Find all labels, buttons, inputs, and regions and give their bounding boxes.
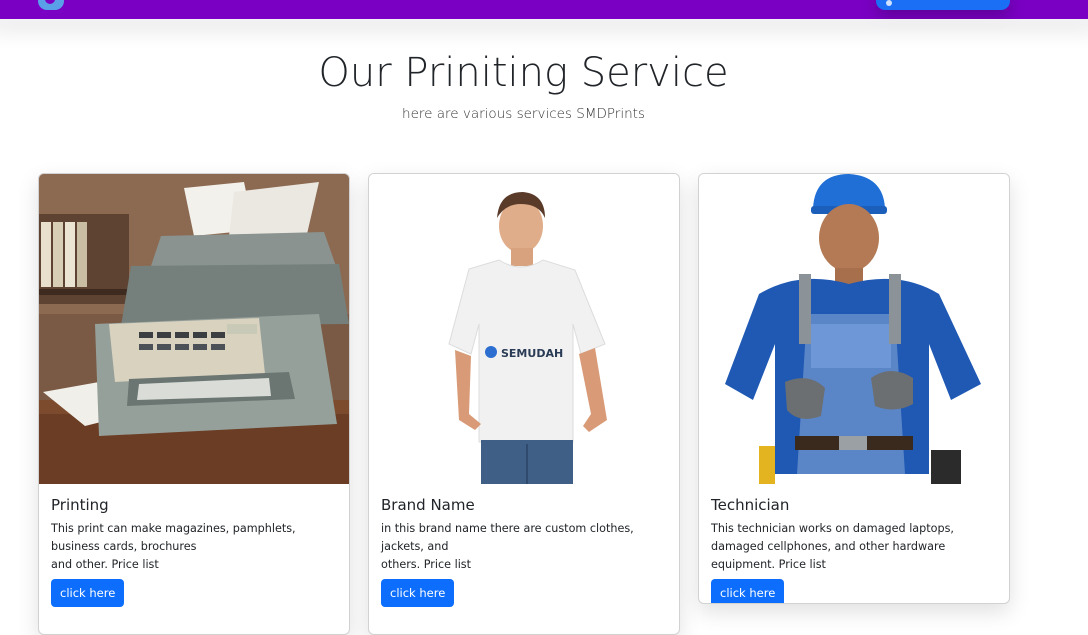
brand-name-click-here-button[interactable]: click here — [381, 579, 455, 607]
card-text: This print can make magazines, pamphlets… — [51, 522, 296, 571]
card-title: Printing — [51, 496, 109, 514]
technician-photo — [699, 174, 1009, 484]
printer-photo — [39, 174, 349, 484]
shirt-logo-text: SEMUDAH — [501, 347, 563, 360]
service-card-brand-name: SEMUDAH Brand Name in this brand name th… — [368, 173, 680, 635]
tshirt-model-photo: SEMUDAH — [369, 174, 679, 484]
page-subtitle: here are various services SMDPrints — [402, 106, 645, 122]
page-title: Our Priniting Service — [318, 50, 729, 96]
technician-click-here-button[interactable]: click here — [711, 579, 785, 603]
printing-click-here-button[interactable]: click here — [51, 579, 125, 607]
card-title: Brand Name — [381, 496, 475, 514]
card-text: This technician works on damaged laptops… — [711, 522, 954, 571]
brand-logo-icon[interactable] — [38, 0, 64, 10]
header-shadow — [0, 19, 1088, 49]
card-title: Technician — [711, 496, 790, 514]
navbar-button[interactable] — [876, 0, 1010, 10]
navbar — [0, 0, 1088, 19]
service-card-printing: Printing This print can make magazines, … — [38, 173, 350, 635]
card-text: in this brand name there are custom clot… — [381, 522, 634, 571]
service-card-technician: Technician This technician works on dama… — [698, 173, 1010, 604]
